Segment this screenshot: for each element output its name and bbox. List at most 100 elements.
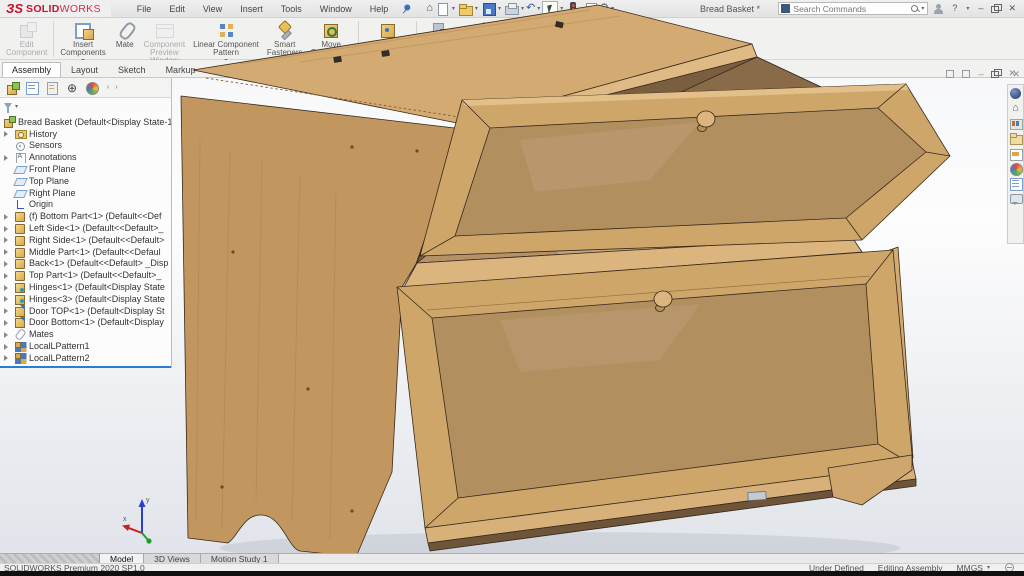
expand-arrow-icon[interactable] xyxy=(4,214,8,220)
search-icon[interactable] xyxy=(910,4,920,14)
edit-component-button[interactable]: EditComponent xyxy=(2,20,51,57)
pin-icon[interactable] xyxy=(398,0,415,17)
menu-tools[interactable]: Tools xyxy=(273,2,310,16)
expand-arrow-icon[interactable] xyxy=(4,273,8,279)
minimize-button[interactable]: – xyxy=(974,1,987,16)
menu-insert[interactable]: Insert xyxy=(232,2,271,16)
property-manager-icon[interactable] xyxy=(25,81,39,95)
expand-arrow-icon[interactable] xyxy=(4,237,8,243)
expand-arrow-icon[interactable] xyxy=(4,308,8,314)
fm-tab-arrows[interactable]: ‹ › xyxy=(107,84,120,91)
appearances-icon[interactable] xyxy=(1009,162,1022,175)
instant3d-button[interactable] xyxy=(542,20,572,41)
expand-arrow-icon[interactable] xyxy=(4,249,8,255)
tree-item-right[interactable]: Right Side<1> (Default<<Default> xyxy=(0,234,171,246)
tree-item-annotations[interactable]: Annotations xyxy=(0,151,171,163)
expand-arrow-icon[interactable] xyxy=(4,261,8,267)
tree-item-locallpattern2[interactable]: LocalLPattern2 xyxy=(0,352,171,364)
expand-arrow-icon[interactable] xyxy=(4,320,8,326)
doc-tab-3d-views[interactable]: 3D Views xyxy=(144,554,201,563)
expand-arrow-icon[interactable] xyxy=(4,285,8,291)
menu-view[interactable]: View xyxy=(195,2,230,16)
home-icon[interactable]: ⌂ xyxy=(426,1,433,16)
assembly-features-button[interactable]: AssemblyFeatures xyxy=(419,20,462,57)
filter-icon[interactable] xyxy=(4,103,12,109)
expand-arrow-icon[interactable] xyxy=(4,332,8,338)
tree-item-top[interactable]: Top Part<1> (Default<<Default>_ xyxy=(0,269,171,281)
save-dropdown[interactable]: ▾ xyxy=(498,5,501,12)
task-pane-close-icon[interactable]: ✕ xyxy=(1012,69,1020,80)
show-hidden-components-button[interactable]: ShowHiddenComponents xyxy=(361,20,414,65)
doc-tab-motion-study-1[interactable]: Motion Study 1 xyxy=(201,554,279,563)
undo-icon[interactable]: ↶ xyxy=(526,1,535,16)
tree-item-sensors[interactable]: Sensors xyxy=(0,140,171,152)
select-dropdown[interactable]: ▾ xyxy=(560,5,563,12)
menu-file[interactable]: File xyxy=(129,2,160,16)
doc-prev-window-icon[interactable] xyxy=(946,70,954,78)
tree-item-middle[interactable]: Middle Part<1> (Default<<Defaul xyxy=(0,246,171,258)
tree-item-door[interactable]: Door Bottom<1> (Default<Display xyxy=(0,317,171,329)
file-explorer-icon[interactable] xyxy=(1009,132,1022,145)
tree-item-mates[interactable]: Mates xyxy=(0,328,171,340)
move-component-button[interactable]: MoveComponent xyxy=(306,20,355,57)
menu-help[interactable]: Help xyxy=(362,2,397,16)
linear-component-pattern-button[interactable]: Linear ComponentPattern▾ xyxy=(189,20,263,64)
select-tool-icon[interactable] xyxy=(542,1,558,16)
tab-solidworks-add-ins[interactable]: SOLIDWORKS Add-Ins xyxy=(261,62,375,77)
tree-item-door[interactable]: Door TOP<1> (Default<Display St xyxy=(0,305,171,317)
help-button[interactable]: ? xyxy=(948,1,961,16)
tab-evaluate[interactable]: Evaluate xyxy=(206,62,261,77)
tree-item-top[interactable]: Top Plane xyxy=(0,175,171,187)
rebuild-icon[interactable] xyxy=(565,1,581,16)
reference-geometry-button[interactable]: ReferenceGeometry xyxy=(462,20,507,57)
new-dropdown[interactable]: ▾ xyxy=(452,5,455,12)
doc-minimize-button[interactable]: – xyxy=(978,69,983,79)
expand-arrow-icon[interactable] xyxy=(4,296,8,302)
configuration-manager-icon[interactable] xyxy=(45,81,59,95)
dimxpert-manager-icon[interactable]: ⊕ xyxy=(65,81,79,95)
open-dropdown[interactable]: ▾ xyxy=(475,5,478,12)
menu-edit[interactable]: Edit xyxy=(161,2,193,16)
expand-arrow-icon[interactable] xyxy=(4,155,8,161)
filter-dropdown[interactable]: ▾ xyxy=(15,103,18,110)
login-user-icon[interactable] xyxy=(932,3,944,15)
expand-arrow-icon[interactable] xyxy=(4,355,8,361)
forum-icon[interactable] xyxy=(1009,192,1022,205)
expand-arrow-icon[interactable] xyxy=(4,344,8,350)
tab-markup[interactable]: Markup xyxy=(156,62,206,77)
smart-fasteners-button[interactable]: SmartFasteners xyxy=(263,20,307,57)
solidworks-resources-icon[interactable] xyxy=(1009,87,1022,100)
help-dropdown[interactable]: ▾ xyxy=(966,5,969,12)
tree-item-front[interactable]: Front Plane xyxy=(0,163,171,175)
tab-layout[interactable]: Layout xyxy=(61,62,108,77)
search-commands-box[interactable]: ▾ xyxy=(778,2,928,15)
save-icon[interactable] xyxy=(480,1,496,16)
rollback-bar[interactable] xyxy=(0,366,172,368)
search-dropdown[interactable]: ▾ xyxy=(921,5,924,12)
tree-item-right[interactable]: Right Plane xyxy=(0,187,171,199)
expand-arrow-icon[interactable] xyxy=(4,131,8,137)
tab-splitter-handle[interactable] xyxy=(0,554,100,563)
tree-item-origin[interactable]: Origin xyxy=(0,199,171,211)
expand-arrow-icon[interactable] xyxy=(4,226,8,232)
print-icon[interactable] xyxy=(503,1,519,16)
options-gear-icon[interactable]: ⚙ xyxy=(599,1,609,16)
custom-properties-icon[interactable] xyxy=(1009,177,1022,190)
tree-item-hinges1[interactable]: Hinges<1> (Default<Display State xyxy=(0,281,171,293)
menu-window[interactable]: Window xyxy=(312,2,360,16)
tree-item-bread[interactable]: Bread Basket (Default<Display State-1 xyxy=(0,116,171,128)
search-input[interactable] xyxy=(793,4,910,14)
file-properties-icon[interactable] xyxy=(582,1,598,16)
tree-item-history[interactable]: History xyxy=(0,128,171,140)
restore-button[interactable] xyxy=(991,4,1000,13)
doc-restore-button[interactable] xyxy=(991,69,1000,78)
tree-item-left[interactable]: Left Side<1> (Default<<Default>_ xyxy=(0,222,171,234)
featuremanager-tree-icon[interactable] xyxy=(5,81,19,95)
home-icon[interactable]: ⌂ xyxy=(1009,102,1022,115)
doc-next-window-icon[interactable] xyxy=(962,70,970,78)
search-scope-icon[interactable] xyxy=(781,4,790,13)
tree-filter-row[interactable]: ▾ xyxy=(0,98,172,114)
component-preview-window-button[interactable]: ComponentPreviewWindow xyxy=(140,20,189,65)
tree-item-locallpattern1[interactable]: LocalLPattern1 xyxy=(0,340,171,352)
undo-dropdown[interactable]: ▾ xyxy=(537,5,540,12)
